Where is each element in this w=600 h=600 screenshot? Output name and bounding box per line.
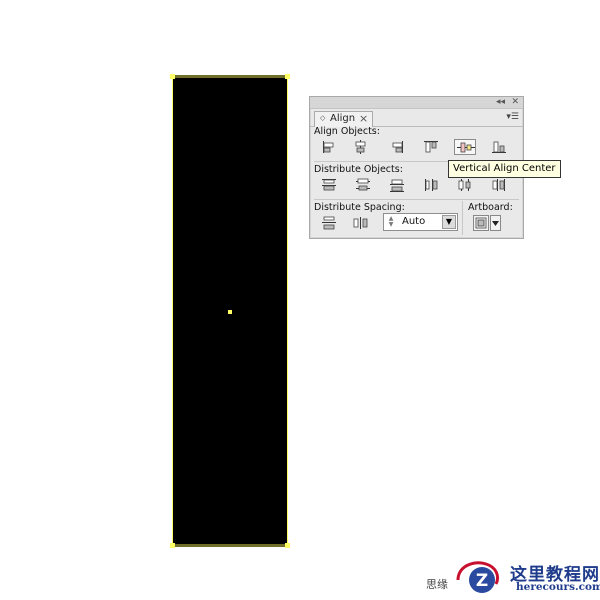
tab-align[interactable]: ◇ Align ×: [314, 111, 373, 127]
horizontal-align-right-icon: [392, 141, 403, 153]
vertical-distribute-space-icon: [322, 216, 336, 230]
selection-edge-right: [287, 76, 288, 546]
watermark-url: herecours.com: [516, 581, 600, 593]
align-to-artboard-button[interactable]: [473, 215, 489, 231]
vertical-distribute-center-button[interactable]: [354, 177, 372, 193]
horizontal-distribute-right-button[interactable]: [490, 177, 508, 193]
align-to-artboard-icon: [475, 217, 487, 229]
panel-menu-icon[interactable]: ▾☰: [506, 112, 519, 122]
vertical-align-center-button[interactable]: [454, 139, 476, 155]
vertical-distribute-center-icon: [356, 178, 370, 191]
align-objects-label: Align Objects:: [314, 126, 380, 137]
selection-edge-left: [172, 76, 173, 546]
chevron-down-icon: [492, 221, 499, 226]
collapse-icon[interactable]: ◂◂: [496, 97, 505, 108]
tab-close-icon[interactable]: ×: [359, 112, 368, 125]
artboard-label: Artboard:: [468, 202, 513, 213]
spacing-value[interactable]: Auto: [402, 216, 425, 227]
tab-align-label: Align: [330, 113, 356, 124]
selection-handle-bottom-right[interactable]: [285, 543, 290, 548]
panel-titlebar[interactable]: ◂◂ ✕: [310, 97, 523, 109]
horizontal-align-right-button[interactable]: [388, 139, 406, 155]
horizontal-align-center-button[interactable]: [352, 139, 370, 155]
vertical-align-bottom-button[interactable]: [490, 139, 508, 155]
selection-edge-top: [173, 75, 288, 78]
horizontal-distribute-right-icon: [492, 179, 505, 191]
spacing-value-combo[interactable]: ▲ ▼ Auto ▼: [383, 213, 458, 231]
horizontal-align-left-icon: [323, 141, 334, 153]
vertical-distribute-top-icon: [322, 179, 336, 191]
vertical-align-top-icon: [424, 141, 438, 153]
chevron-down-icon[interactable]: ▼: [442, 215, 456, 229]
horizontal-distribute-center-button[interactable]: [456, 177, 474, 193]
watermark-logo-icon: Z: [456, 561, 500, 593]
selection-handle-top-left[interactable]: [170, 74, 175, 79]
panel-tab-row: ◇ Align × ▾☰: [310, 109, 523, 127]
horizontal-distribute-space-icon: [353, 217, 368, 229]
close-panel-icon[interactable]: ✕: [511, 97, 519, 108]
selection-center-point: [228, 310, 232, 314]
vertical-align-center-icon: [457, 142, 475, 153]
tooltip: Vertical Align Center: [448, 160, 561, 178]
vertical-distribute-space-button[interactable]: [320, 215, 338, 231]
selection-edge-bottom: [173, 544, 288, 547]
horizontal-distribute-space-button[interactable]: [352, 215, 370, 231]
divider-vertical: [462, 201, 463, 235]
horizontal-distribute-center-icon: [458, 179, 471, 191]
distribute-objects-label: Distribute Objects:: [314, 164, 403, 175]
horizontal-distribute-left-button[interactable]: [422, 177, 440, 193]
horizontal-distribute-left-icon: [425, 179, 438, 191]
divider-2: [314, 199, 519, 200]
vertical-align-bottom-icon: [492, 141, 506, 153]
svg-text:Z: Z: [476, 571, 488, 591]
vertical-distribute-bottom-button[interactable]: [388, 177, 406, 193]
horizontal-align-left-button[interactable]: [320, 139, 338, 155]
distribute-spacing-label: Distribute Spacing:: [314, 202, 405, 213]
tab-expand-icon[interactable]: ◇: [320, 114, 325, 122]
spacing-stepper-icon[interactable]: ▲ ▼: [386, 216, 396, 228]
watermark-small-text: 思缘: [426, 578, 448, 591]
selection-handle-bottom-left[interactable]: [170, 543, 175, 548]
selection-handle-top-right[interactable]: [285, 74, 290, 79]
vertical-distribute-top-button[interactable]: [320, 177, 338, 193]
horizontal-align-center-icon: [355, 140, 366, 154]
vertical-align-top-button[interactable]: [422, 139, 440, 155]
vertical-distribute-bottom-icon: [390, 179, 404, 192]
artboard-dropdown-button[interactable]: [490, 215, 501, 231]
